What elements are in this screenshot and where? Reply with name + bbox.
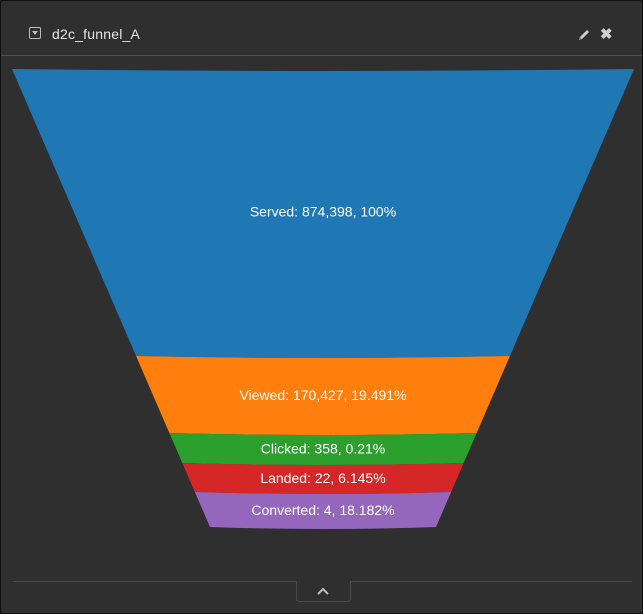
- funnel-chart: Served: 874,398, 100% Viewed: 170,427, 19…: [12, 69, 634, 529]
- expand-button[interactable]: [296, 581, 351, 602]
- widget-panel: d2c_funnel_A ✖ Served: 874,398, 100% View…: [0, 0, 643, 614]
- funnel-label-served: Served: 874,398, 100%: [250, 204, 396, 220]
- funnel-stages: Served: 874,398, 100% Viewed: 170,427, 19…: [12, 69, 634, 529]
- funnel-label-viewed: Viewed: 170,427, 19.491%: [239, 387, 406, 403]
- chevron-up-icon: [317, 587, 329, 595]
- funnel-label-landed: Landed: 22, 6.145%: [260, 470, 385, 486]
- funnel-label-clicked: Clicked: 358, 0.21%: [261, 441, 386, 457]
- funnel-label-converted: Converted: 4, 18.182%: [251, 502, 394, 518]
